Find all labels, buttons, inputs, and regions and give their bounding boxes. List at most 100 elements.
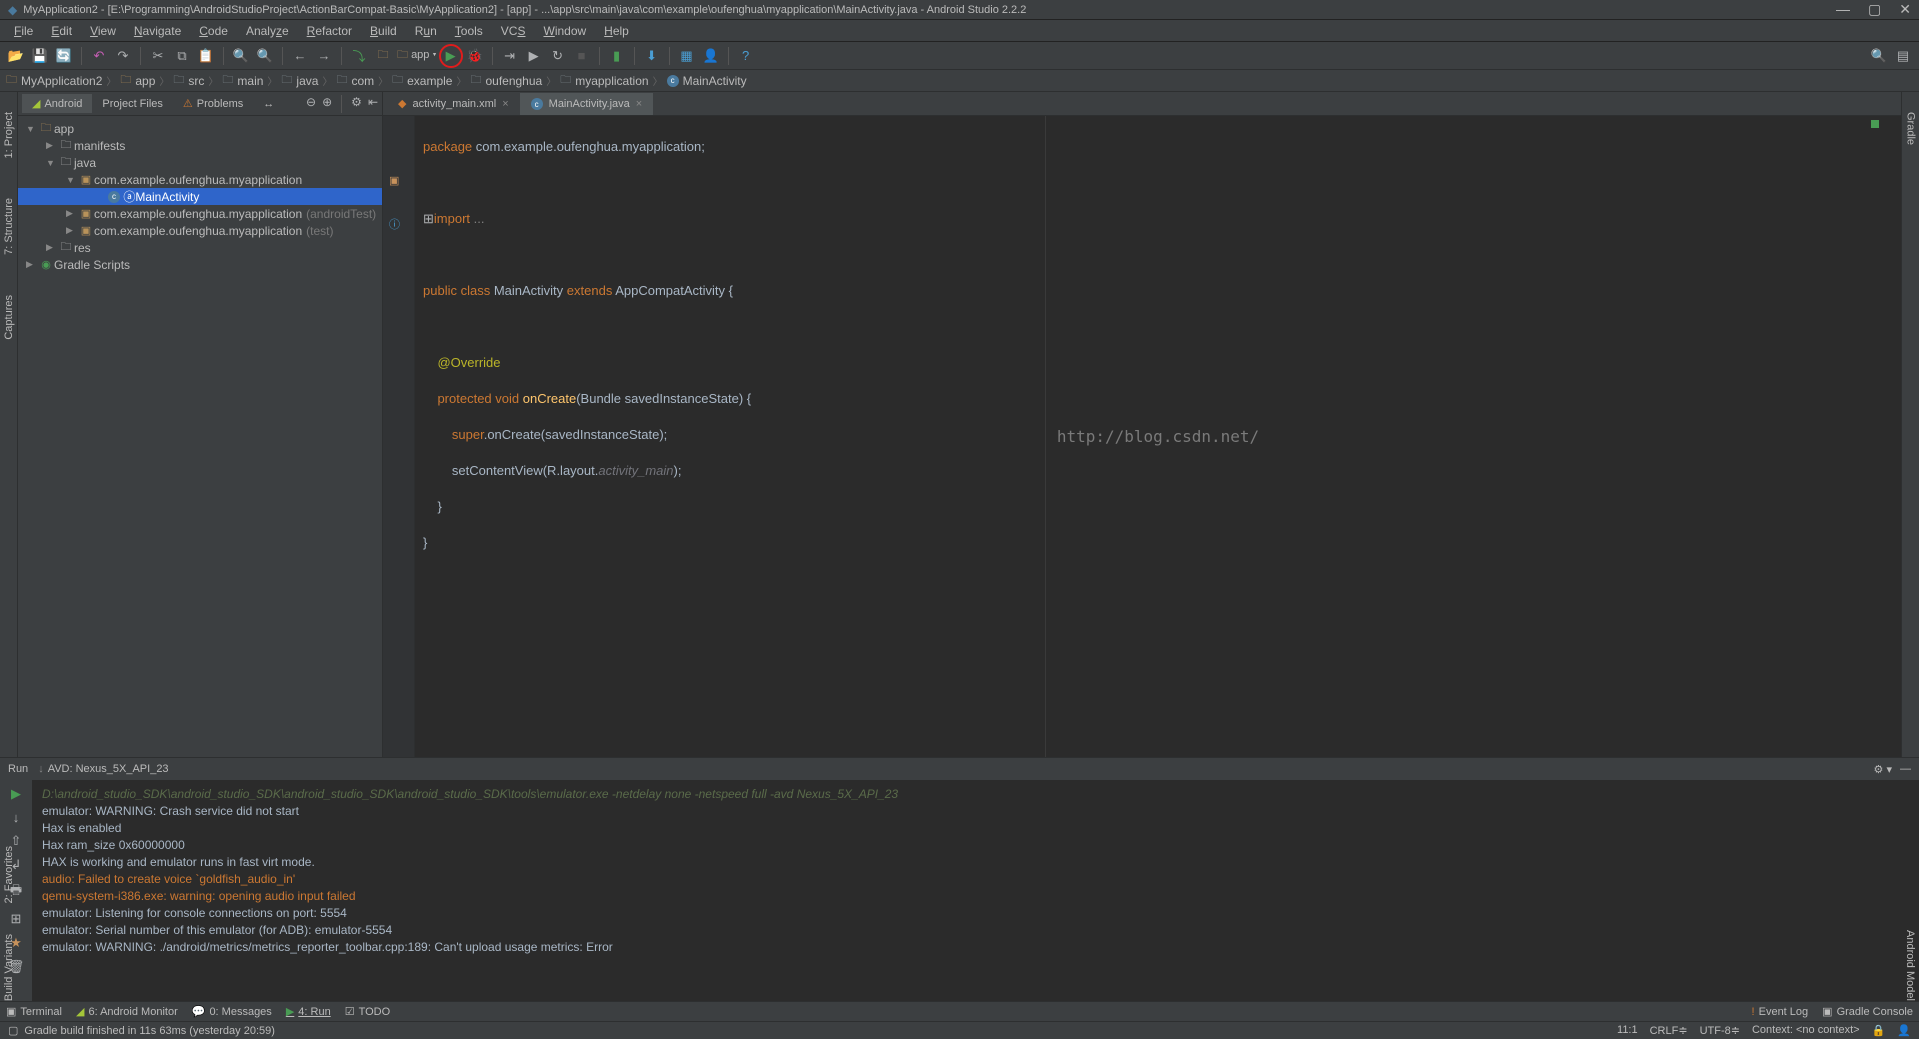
menu-view[interactable]: View [82,22,124,40]
btab-event-log[interactable]: ! Event Log [1752,1005,1809,1018]
code-editor[interactable]: package com.example.oufenghua.myapplicat… [415,116,1901,757]
ptab-problems[interactable]: ⚠Problems [173,94,253,113]
tree-gradle-scripts[interactable]: ▶◉Gradle Scripts [18,256,382,273]
sync-icon[interactable]: 🔄 [54,46,74,66]
hide-icon[interactable]: ⇤ [368,95,378,113]
tree-java[interactable]: ▼🗀java [18,154,382,171]
menu-window[interactable]: Window [535,22,594,40]
tree-mainactivity[interactable]: c ⓐ MainActivity [18,188,382,205]
close-tab-icon[interactable]: × [502,98,508,110]
replace-icon[interactable]: 🔍 [255,46,275,66]
close-button[interactable]: ✕ [1899,1,1911,18]
run-button[interactable]: ▶ [441,46,461,66]
status-encoding[interactable]: UTF-8≑ [1700,1024,1740,1037]
menu-file[interactable]: File [6,22,41,40]
maximize-button[interactable]: ▢ [1868,1,1881,18]
sdk-icon[interactable]: ⬇ [642,46,662,66]
menu-tools[interactable]: Tools [447,22,491,40]
menu-analyze[interactable]: Analyze [238,22,297,40]
tree-pkg-main[interactable]: ▼▣com.example.oufenghua.myapplication [18,171,382,188]
back-icon[interactable]: ← [290,46,310,66]
tree-res[interactable]: ▶🗀res [18,239,382,256]
status-pos[interactable]: 11:1 [1617,1024,1638,1037]
btab-gradle-console[interactable]: ▣ Gradle Console [1822,1005,1913,1018]
undo-icon[interactable]: ↶ [89,46,109,66]
crumb-mainactivity[interactable]: cMainActivity [667,74,747,88]
console[interactable]: D:\android_studio_SDK\android_studio_SDK… [32,780,1919,1001]
crumb-main[interactable]: 🗀main [222,71,263,90]
btab-messages[interactable]: 💬 0: Messages [192,1005,272,1018]
etab-activity-main[interactable]: ◆activity_main.xml× [387,92,520,115]
forward-icon[interactable]: → [314,46,334,66]
crumb-src[interactable]: 🗀src [173,71,204,90]
run-config-selector[interactable]: 🗀 app ▾ [397,46,437,65]
layout-icon[interactable]: ▦ [677,46,697,66]
redo-icon[interactable]: ↷ [113,46,133,66]
copy-icon[interactable]: ⧉ [172,46,192,66]
filter-icon[interactable]: ▤ [1893,46,1913,66]
paste-icon[interactable]: 📋 [196,46,216,66]
btab-run[interactable]: ▶ 4: Run [286,1005,331,1018]
ptab-project-files[interactable]: Project Files [92,95,173,113]
status-icon[interactable]: ▢ [8,1024,18,1037]
rail-favorites[interactable]: 2: Favorites [3,846,15,903]
crumb-oufenghua[interactable]: 🗀oufenghua [470,71,542,90]
rail-build-variants[interactable]: Build Variants [3,934,15,1001]
rail-project[interactable]: 1: Project [3,112,15,158]
etab-mainactivity[interactable]: cMainActivity.java× [520,93,654,115]
hide-icon[interactable]: — [1900,763,1911,776]
menu-build[interactable]: Build [362,22,405,40]
menu-code[interactable]: Code [191,22,236,40]
menu-refactor[interactable]: Refactor [299,22,360,40]
profile-icon[interactable]: ↻ [548,46,568,66]
menu-vcs[interactable]: VCS [493,22,534,40]
tree-manifests[interactable]: ▶🗀manifests [18,137,382,154]
btab-terminal[interactable]: ▣ Terminal [6,1005,62,1018]
config-folder-icon[interactable]: 🗀 [373,46,393,66]
debug-icon[interactable]: 🐞 [465,46,485,66]
tree-pkg-androidtest[interactable]: ▶▣com.example.oufenghua.myapplication(an… [18,205,382,222]
open-icon[interactable]: 📂 [6,46,26,66]
crumb-myapplication[interactable]: 🗀myapplication [560,71,648,90]
help-icon[interactable]: ? [736,46,756,66]
ptab-more[interactable]: ↔ [253,95,284,113]
crumb-java[interactable]: 🗀java [281,71,318,90]
find-icon[interactable]: 🔍 [231,46,251,66]
status-lock-icon[interactable]: 🔒 [1872,1024,1886,1037]
close-tab-icon[interactable]: × [636,98,642,110]
rail-gradle[interactable]: Gradle [1905,112,1917,145]
search-icon[interactable]: 🔍 [1869,46,1889,66]
gear-icon[interactable]: ⚙ ▾ [1874,763,1892,776]
collapse-icon[interactable]: ⊖ [306,95,316,113]
menu-help[interactable]: Help [596,22,637,40]
attach-icon[interactable]: ⇥ [500,46,520,66]
btab-android-monitor[interactable]: ◢ 6: Android Monitor [76,1005,178,1018]
make-icon[interactable]: ⤵ [349,46,369,66]
status-crlf[interactable]: CRLF≑ [1650,1024,1688,1037]
tree-app[interactable]: ▼🗀app [18,120,382,137]
theme-icon[interactable]: 👤 [701,46,721,66]
menu-navigate[interactable]: Navigate [126,22,189,40]
menu-run[interactable]: Run [407,22,445,40]
rerun-icon[interactable]: ▶ [11,786,21,802]
status-man-icon[interactable]: 👤 [1897,1024,1911,1037]
btab-todo[interactable]: ☑ TODO [345,1005,390,1018]
stop-icon[interactable]: ↓ [13,810,20,825]
crumb-example[interactable]: 🗀example [392,71,452,90]
rail-structure[interactable]: 7: Structure [3,198,15,255]
rail-android-model[interactable]: Android Model [1904,930,1916,1001]
crumb-app[interactable]: 🗀app [120,71,155,90]
rail-captures[interactable]: Captures [3,295,15,340]
coverage-icon[interactable]: ▶ [524,46,544,66]
stop-icon[interactable]: ■ [572,46,592,66]
class-gutter-icon[interactable]: ▣ [389,174,399,187]
avd-icon[interactable]: ▮ [607,46,627,66]
editor-body[interactable]: ▣ ⓘ package com.example.oufenghua.myappl… [383,116,1901,757]
cut-icon[interactable]: ✂ [148,46,168,66]
target-icon[interactable]: ⊕ [322,95,332,113]
tree-pkg-test[interactable]: ▶▣com.example.oufenghua.myapplication(te… [18,222,382,239]
override-gutter-icon[interactable]: ⓘ [389,216,400,232]
ptab-android[interactable]: ◢Android [22,94,92,113]
minimize-button[interactable]: — [1836,1,1850,18]
status-context[interactable]: Context: <no context> [1752,1024,1860,1037]
